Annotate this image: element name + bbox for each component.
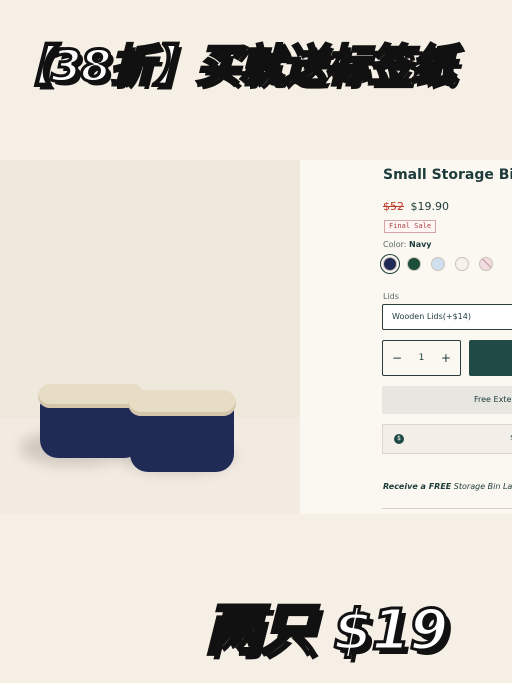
shipping-banner: Free Exten xyxy=(382,386,512,414)
payment-info-bar[interactable]: $ $ xyxy=(382,424,512,454)
color-swatches xyxy=(383,257,493,271)
swatch-pink[interactable] xyxy=(479,257,493,271)
product-image xyxy=(0,160,300,514)
final-sale-badge: Final Sale xyxy=(384,220,437,233)
swatch-green[interactable] xyxy=(407,257,421,271)
quantity-value[interactable]: 1 xyxy=(419,353,425,363)
promo-headline: 【38折】买就送标签纸 xyxy=(8,40,457,94)
color-label: Color: Navy xyxy=(383,240,432,249)
swatch-light-blue[interactable] xyxy=(431,257,445,271)
swatch-white[interactable] xyxy=(455,257,469,271)
selected-color-name: Navy xyxy=(409,240,432,249)
divider xyxy=(382,508,512,509)
price-row: $52 $19.90 xyxy=(383,200,449,213)
promo-price-tag: 两只 $19 xyxy=(203,597,449,665)
product-title: Small Storage Bins xyxy=(383,167,512,183)
quantity-stepper: − 1 + xyxy=(382,340,461,376)
original-price: $52 xyxy=(383,200,404,213)
increase-button[interactable]: + xyxy=(441,351,451,365)
product-details-panel: Small Storage Bins $52 $19.90 Final Sale… xyxy=(300,160,512,514)
lids-select[interactable]: Wooden Lids(+$14) xyxy=(382,304,512,330)
dollar-icon: $ xyxy=(394,434,404,444)
free-label-promo: Receive a FREE Storage Bin Lab xyxy=(383,482,512,491)
sale-price: $19.90 xyxy=(410,200,450,213)
swatch-navy[interactable] xyxy=(383,257,397,271)
decrease-button[interactable]: − xyxy=(392,351,402,365)
lids-label: Lids xyxy=(383,292,399,301)
add-to-cart-button[interactable] xyxy=(469,340,512,376)
